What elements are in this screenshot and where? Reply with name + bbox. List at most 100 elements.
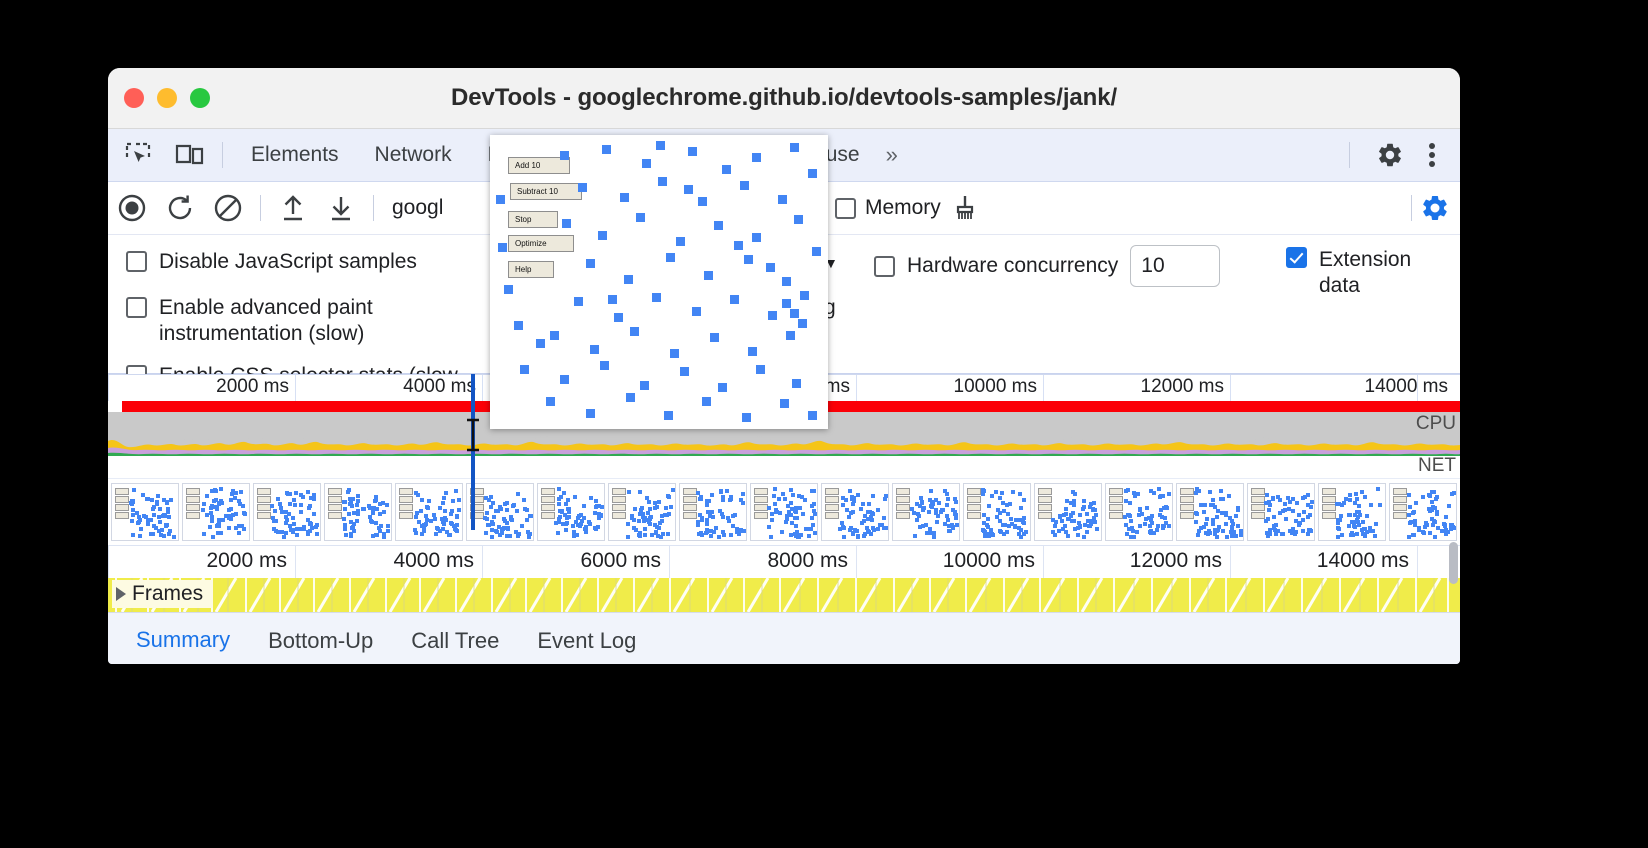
thumb-square [1058,515,1063,520]
tab-summary[interactable]: Summary [120,613,246,665]
settings-gear-icon[interactable] [1368,135,1412,175]
filmstrip-frame[interactable] [892,483,960,541]
filmstrip-frame[interactable] [750,483,818,541]
inspect-element-icon[interactable] [116,135,160,175]
page-preview-popup[interactable]: Add 10 Subtract 10 Stop Optimize Help [490,135,828,429]
thumb-square [571,530,576,535]
more-tabs-button[interactable]: » [878,129,906,181]
filmstrip[interactable] [108,478,1460,546]
memory-checkbox[interactable] [834,197,856,219]
filmstrip-frame[interactable] [253,483,321,541]
thumb-square [1335,525,1340,530]
tab-event-log[interactable]: Event Log [521,614,652,664]
tab-elements[interactable]: Elements [233,129,357,181]
thumb-square [1090,519,1095,524]
extension-data-checkbox[interactable] [1286,247,1307,268]
thumb-square [514,508,519,513]
overview-playhead[interactable] [471,374,475,530]
extension-data-row[interactable]: Extension data [1286,247,1436,300]
thumb-square [1276,494,1281,499]
thumb-square [990,532,995,537]
capture-settings-gear-icon[interactable] [1420,193,1450,223]
thumb-button [186,504,200,511]
popup-optimize-button[interactable]: Optimize [508,235,574,252]
thumb-square [883,526,888,531]
filmstrip-frame[interactable] [1247,483,1315,541]
popup-help-button[interactable]: Help [508,261,554,278]
minimize-window-button[interactable] [157,88,177,108]
device-toolbar-icon[interactable] [168,135,212,175]
more-options-kebab-icon[interactable] [1412,135,1452,175]
filmstrip-frame[interactable] [466,483,534,541]
popup-stop-button[interactable]: Stop [508,211,558,228]
advanced-paint-row[interactable]: Enable advanced paint instrumentation (s… [126,295,426,348]
popup-subtract-10-button[interactable]: Subtract 10 [510,183,582,200]
thumb-square [1420,495,1425,500]
thumb-button [683,504,697,511]
thumb-square [632,525,636,530]
filmstrip-frame[interactable] [1034,483,1102,541]
clear-icon[interactable] [204,186,252,230]
playhead-grip[interactable] [465,418,481,452]
hardware-concurrency-row[interactable]: Hardware concurrency 10 [874,245,1221,287]
frames-label-chip[interactable]: Frames [112,580,214,608]
filmstrip-frame[interactable] [537,483,605,541]
thumb-square [1156,487,1161,492]
filmstrip-frame[interactable] [111,483,179,541]
disable-js-samples-row[interactable]: Disable JavaScript samples [126,249,506,275]
timeline-ruler[interactable]: 2000 ms 4000 ms 6000 ms 8000 ms 10000 ms… [108,546,1460,578]
advanced-paint-checkbox[interactable] [126,297,147,318]
collect-garbage-icon[interactable] [941,186,989,230]
thumb-square [450,498,455,503]
filmstrip-frame[interactable] [608,483,676,541]
upload-profile-icon[interactable] [269,186,317,230]
timeline-scrollbar-thumb[interactable] [1449,542,1458,584]
expand-triangle-icon[interactable] [116,587,126,601]
thumb-square [851,532,856,537]
thumb-square [557,487,562,492]
thumb-square [999,490,1004,495]
filmstrip-frame[interactable] [963,483,1031,541]
thumb-square [483,516,488,521]
hardware-concurrency-checkbox[interactable] [874,255,895,277]
frames-track-row[interactable]: Frames [108,578,1460,612]
filmstrip-frame[interactable] [1105,483,1173,541]
extension-data-label: Extension data [1319,248,1412,298]
tab-bottom-up[interactable]: Bottom-Up [252,614,389,664]
download-profile-icon[interactable] [317,186,365,230]
thumb-square [139,526,144,531]
maximize-window-button[interactable] [190,88,210,108]
thumb-square [525,518,530,523]
filmstrip-frame[interactable] [324,483,392,541]
close-window-button[interactable] [124,88,144,108]
filmstrip-frame[interactable] [1318,483,1386,541]
thumb-square [1285,495,1290,500]
tab-network[interactable]: Network [357,129,470,181]
thumb-square [1428,494,1433,499]
disable-js-samples-checkbox[interactable] [126,251,147,272]
hardware-concurrency-input[interactable]: 10 [1130,245,1221,287]
tab-call-tree[interactable]: Call Tree [395,614,515,664]
thumb-square [1087,523,1092,528]
record-icon[interactable] [108,186,156,230]
filmstrip-frame[interactable] [182,483,250,541]
thumb-square [860,501,865,506]
thumb-square [1442,521,1447,526]
filmstrip-frame[interactable] [679,483,747,541]
thumb-square [484,530,489,535]
filmstrip-frame[interactable] [395,483,463,541]
thumb-square [883,494,888,499]
thumb-square [649,515,654,520]
filmstrip-frame[interactable] [1389,483,1457,541]
frames-track[interactable] [108,578,1460,612]
filmstrip-frame[interactable] [821,483,889,541]
net-activity-band[interactable]: NET [108,456,1460,478]
thumb-square [573,519,578,524]
thumb-square [1084,529,1089,534]
filmstrip-frame[interactable] [1176,483,1244,541]
reload-and-record-icon[interactable] [156,186,204,230]
window-traffic-lights[interactable] [124,88,210,108]
memory-checkbox-row[interactable]: Memory [834,196,941,220]
thumb-square [214,523,219,528]
thumb-button [328,512,342,519]
